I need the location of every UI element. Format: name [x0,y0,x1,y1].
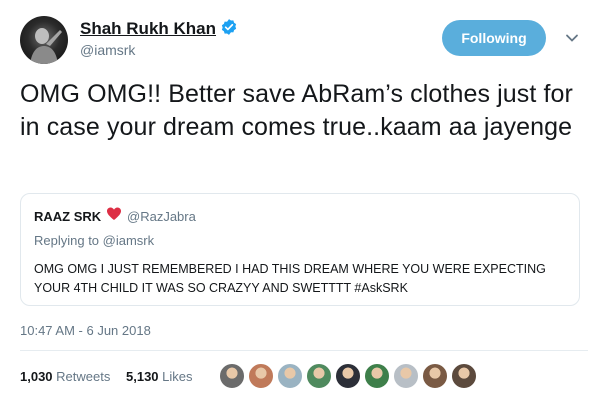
liker-avatar[interactable] [306,363,332,389]
heart-emoji-icon [106,206,122,222]
chevron-down-icon[interactable] [564,30,580,46]
tweet-text: OMG OMG!! Better save AbRam’s clothes ju… [20,80,573,141]
retweets-stat[interactable]: 1,030 Retweets [20,369,110,384]
liker-avatar[interactable] [393,363,419,389]
liker-avatar[interactable] [422,363,448,389]
divider [20,350,588,351]
quoted-author-name[interactable]: RAAZ SRK [34,209,101,224]
liker-avatars [219,363,480,391]
liker-avatar[interactable] [451,363,477,389]
liker-avatar[interactable] [364,363,390,389]
retweets-count: 1,030 [20,369,53,384]
author-display-name[interactable]: Shah Rukh Khan [80,18,238,41]
liker-avatar[interactable] [277,363,303,389]
quoted-author-handle[interactable]: @RazJabra [127,209,196,224]
retweets-label: Retweets [56,369,111,384]
author-name-text[interactable]: Shah Rukh Khan [80,19,216,38]
liker-avatar[interactable] [335,363,361,389]
following-button[interactable]: Following [442,20,546,56]
quoted-tweet-text: OMG OMG I JUST REMEMBERED I HAD THIS DRE… [34,262,546,295]
likes-stat[interactable]: 5,130 Likes [126,369,193,384]
tweet-timestamp[interactable]: 10:47 AM - 6 Jun 2018 [20,323,151,338]
liker-avatar[interactable] [219,363,245,389]
verified-badge-icon [220,18,238,41]
author-handle[interactable]: @iamsrk [80,42,135,58]
replying-to-label: Replying to @iamsrk [34,233,155,248]
author-avatar[interactable] [20,16,68,64]
tweet-card: Shah Rukh Khan @iamsrk Following OMG OMG… [0,0,608,405]
quoted-tweet[interactable]: RAAZ SRK @RazJabra Replying to @iamsrk O… [20,193,580,306]
liker-avatar[interactable] [248,363,274,389]
likes-label: Likes [162,369,193,384]
likes-count: 5,130 [126,369,159,384]
